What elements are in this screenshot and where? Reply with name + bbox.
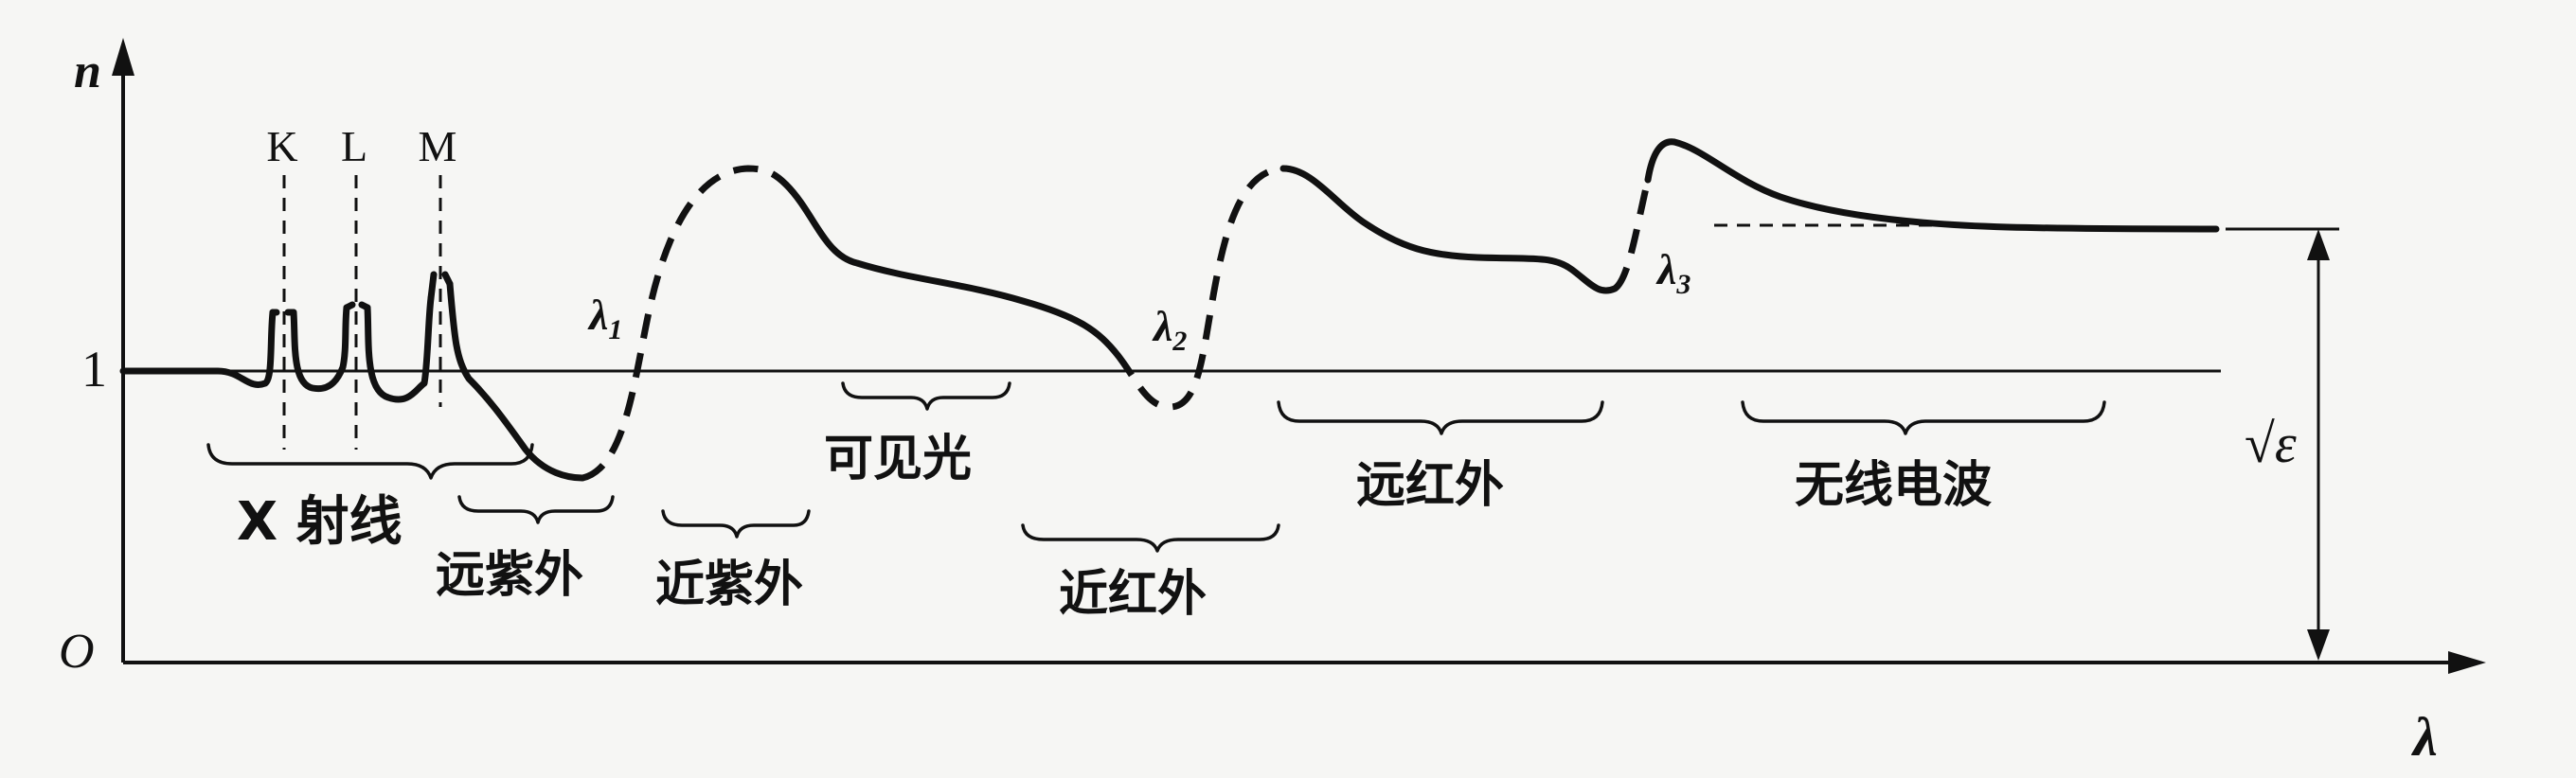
far-ir-curve — [1279, 165, 1619, 294]
edge-label-l: L — [341, 122, 367, 170]
brace-far-uv — [457, 495, 615, 524]
radio-curve — [1644, 138, 2220, 233]
region-label-radio: 无线电波 — [1795, 457, 1992, 514]
dispersion-diagram: n λ O 1 K L M √ε λ1 λ2 λ3 X 射线 远紫外 近紫外 可… — [59, 38, 2486, 768]
lambda1-label: λ1 — [587, 291, 622, 345]
xray-spikes — [269, 271, 454, 316]
region-label-visible: 可见光 — [824, 431, 972, 487]
brace-visible — [841, 381, 1011, 411]
edge-label-m: M — [419, 122, 457, 170]
region-label-far-ir: 远红外 — [1356, 457, 1504, 514]
eps-label: √ε — [2245, 413, 2297, 474]
x-axis-label: λ — [2411, 706, 2438, 768]
lambda3-label: λ3 — [1655, 245, 1690, 300]
region-label-far-uv: 远紫外 — [436, 547, 583, 604]
lambda2-label: λ2 — [1152, 302, 1187, 357]
brace-xray — [206, 443, 534, 480]
region-label-xray: X 射线 — [237, 491, 402, 553]
xray-curve — [119, 280, 586, 482]
origin-label: O — [59, 625, 95, 679]
visible-curve — [782, 181, 1121, 359]
y-axis-arrow — [112, 38, 134, 76]
lambda3-dashed — [1612, 179, 1652, 292]
y-axis-label: n — [74, 44, 101, 98]
brace-near-uv — [661, 509, 811, 539]
brace-far-ir — [1277, 400, 1604, 435]
edge-label-k: K — [266, 122, 297, 170]
brace-radio — [1741, 400, 2106, 435]
brace-near-ir — [1021, 523, 1280, 553]
region-label-near-ir: 近红外 — [1059, 566, 1207, 623]
region-label-near-uv: 近紫外 — [655, 557, 803, 613]
eps-arrow-top — [2307, 229, 2330, 260]
x-axis-arrow — [2448, 651, 2486, 674]
eps-arrow-bottom — [2307, 629, 2330, 661]
unit-tick-label: 1 — [81, 341, 107, 398]
